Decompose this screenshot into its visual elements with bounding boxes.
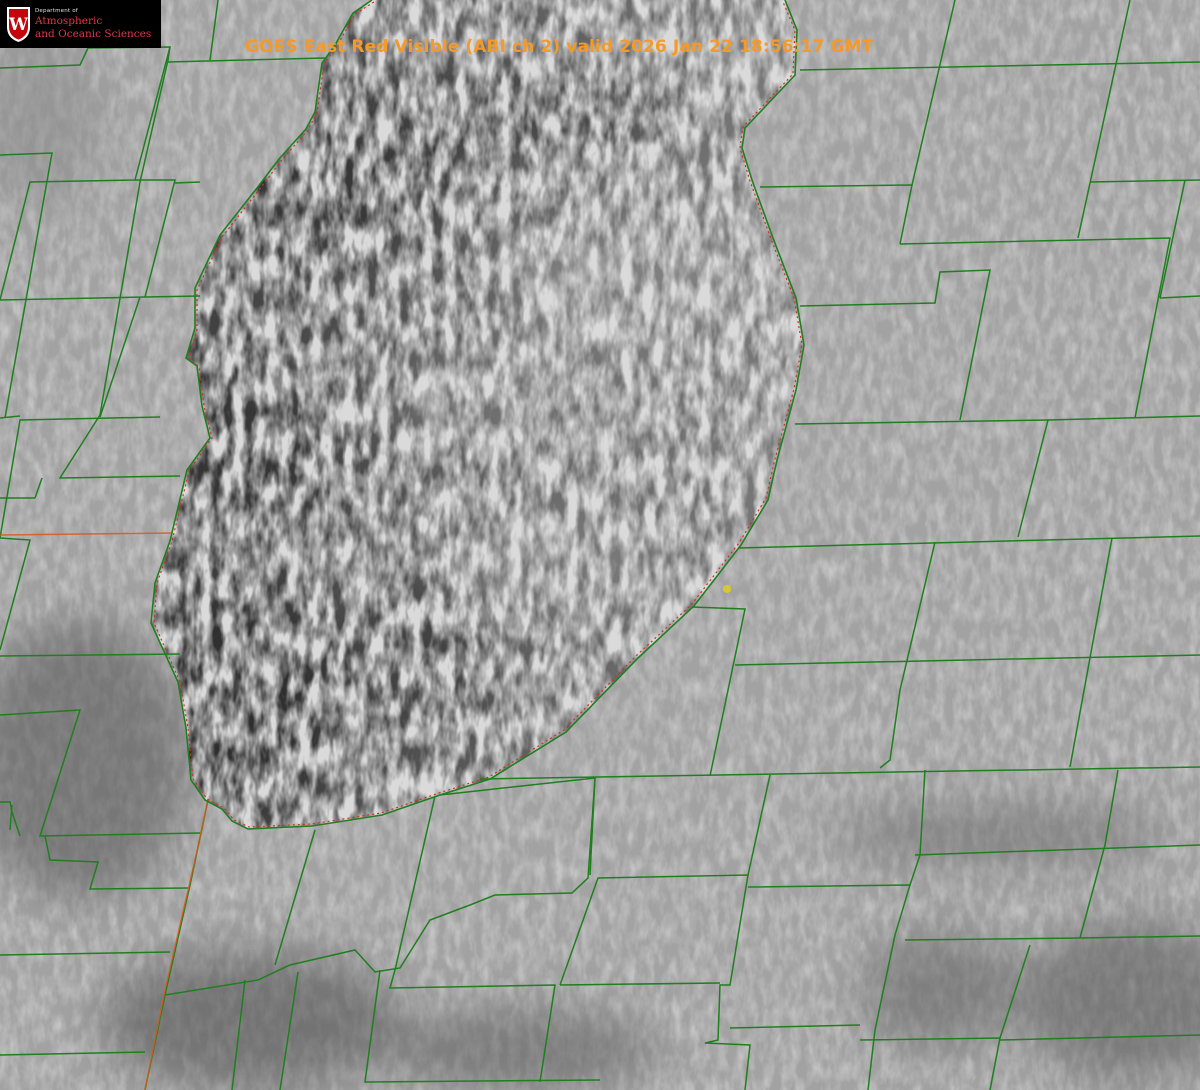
logo-department-line: Department of: [35, 8, 78, 14]
department-logo: W Department of Atmospheric and Oceanic …: [0, 0, 161, 48]
logo-name-line-1: Atmospheric: [35, 15, 103, 27]
university-shield-icon: W: [7, 7, 30, 42]
satellite-map: [0, 0, 1200, 1090]
location-marker: [723, 585, 731, 593]
image-title: GOES East Red Visible (ABI ch 2) valid 2…: [245, 37, 874, 57]
logo-name-line-2: and Oceanic Sciences: [35, 28, 152, 40]
shield-letter: W: [8, 15, 29, 35]
